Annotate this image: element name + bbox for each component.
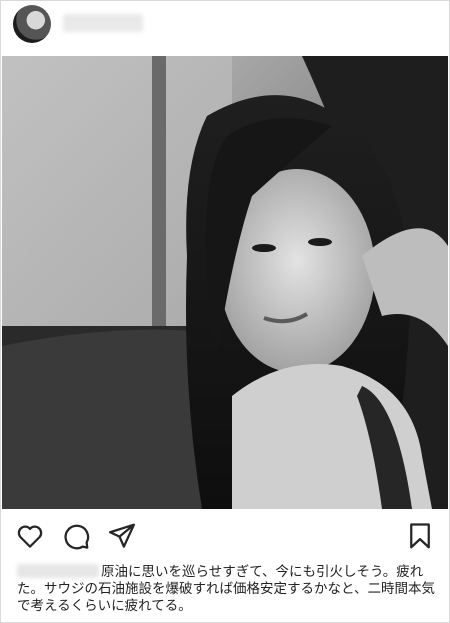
paper-plane-icon[interactable]	[107, 521, 137, 551]
heart-icon[interactable]	[15, 521, 45, 551]
username-redacted[interactable]	[63, 14, 143, 32]
caption-username-redacted[interactable]	[17, 564, 99, 578]
avatar[interactable]	[13, 5, 51, 43]
post-photo[interactable]	[2, 56, 448, 509]
post-caption: 原油に思いを巡らせすぎて、今にも引火しそう。疲れた。サウジの石油施設を爆破すれば…	[17, 564, 437, 615]
more-options-icon[interactable]	[417, 17, 435, 25]
portrait-photo	[2, 56, 448, 509]
post-card: 原油に思いを巡らせすぎて、今にも引火しそう。疲れた。サウジの石油施設を爆破すれば…	[0, 0, 450, 623]
action-bar	[1, 513, 449, 557]
post-header	[1, 1, 449, 53]
bookmark-icon[interactable]	[405, 521, 435, 551]
comment-icon[interactable]	[61, 521, 91, 551]
